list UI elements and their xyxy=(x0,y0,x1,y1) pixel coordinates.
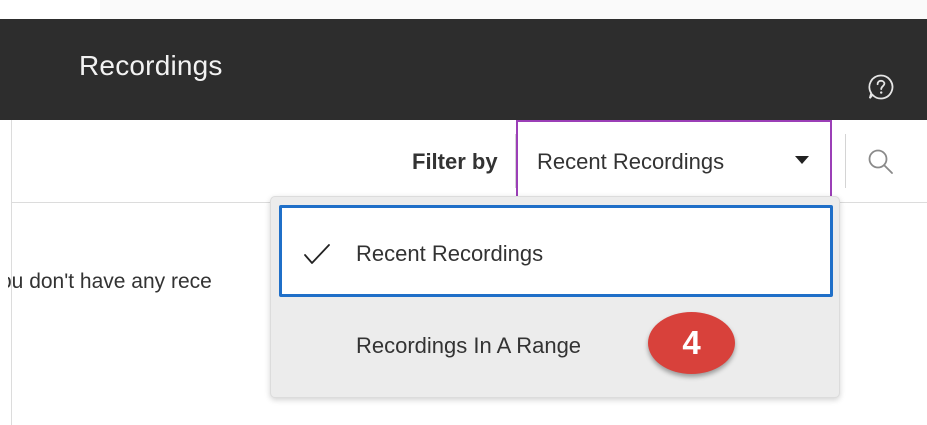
step-number-badge: 4 xyxy=(648,312,735,374)
checkmark-icon xyxy=(304,244,330,264)
page-title: Recordings xyxy=(79,50,223,81)
top-strip-background xyxy=(100,0,927,19)
caret-down-icon xyxy=(795,156,809,164)
app-header: Recordings xyxy=(0,19,927,120)
filter-label: Filter by xyxy=(412,149,498,174)
empty-state-message: ou don't have any rece xyxy=(8,270,212,293)
filter-select-value: Recent Recordings xyxy=(537,149,725,174)
menu-item-recordings-in-a-range[interactable]: Recordings In A Range 4 xyxy=(279,301,833,391)
search-icon[interactable] xyxy=(866,147,896,177)
menu-item-recent-recordings[interactable]: Recent Recordings xyxy=(279,205,833,297)
filter-toolbar: Filter by Recent Recordings xyxy=(12,120,927,203)
help-icon[interactable] xyxy=(867,73,895,101)
menu-item-label: Recent Recordings xyxy=(356,241,544,266)
divider xyxy=(845,134,846,188)
filter-dropdown-menu: Recent Recordings Recordings In A Range … xyxy=(270,196,840,398)
top-strip xyxy=(0,0,927,19)
menu-item-label: Recordings In A Range xyxy=(356,333,582,358)
filter-select[interactable]: Recent Recordings xyxy=(516,120,832,200)
